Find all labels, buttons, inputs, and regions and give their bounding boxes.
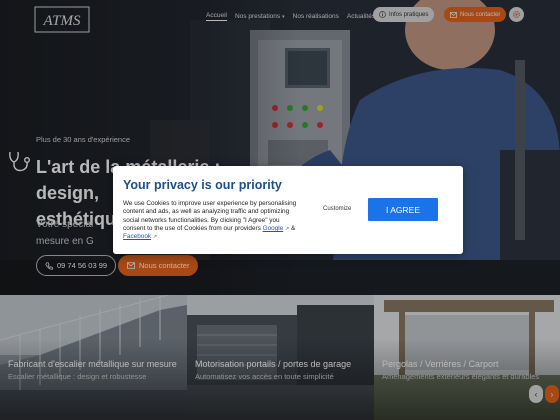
link-separator: & — [290, 224, 296, 232]
cookie-consent-modal: Your privacy is our priority We use Cook… — [113, 166, 463, 254]
cookie-modal-title: Your privacy is our priority — [123, 178, 282, 192]
external-link-icon: ↗ — [152, 234, 158, 241]
facebook-link[interactable]: Facebook — [123, 233, 151, 240]
agree-button[interactable]: I AGREE — [368, 198, 438, 221]
cookie-modal-body: We use Cookies to improve user experienc… — [123, 200, 303, 241]
external-link-icon: ↗ — [285, 225, 290, 232]
google-link[interactable]: Google — [263, 225, 284, 232]
customize-button[interactable]: Customize — [323, 206, 351, 212]
